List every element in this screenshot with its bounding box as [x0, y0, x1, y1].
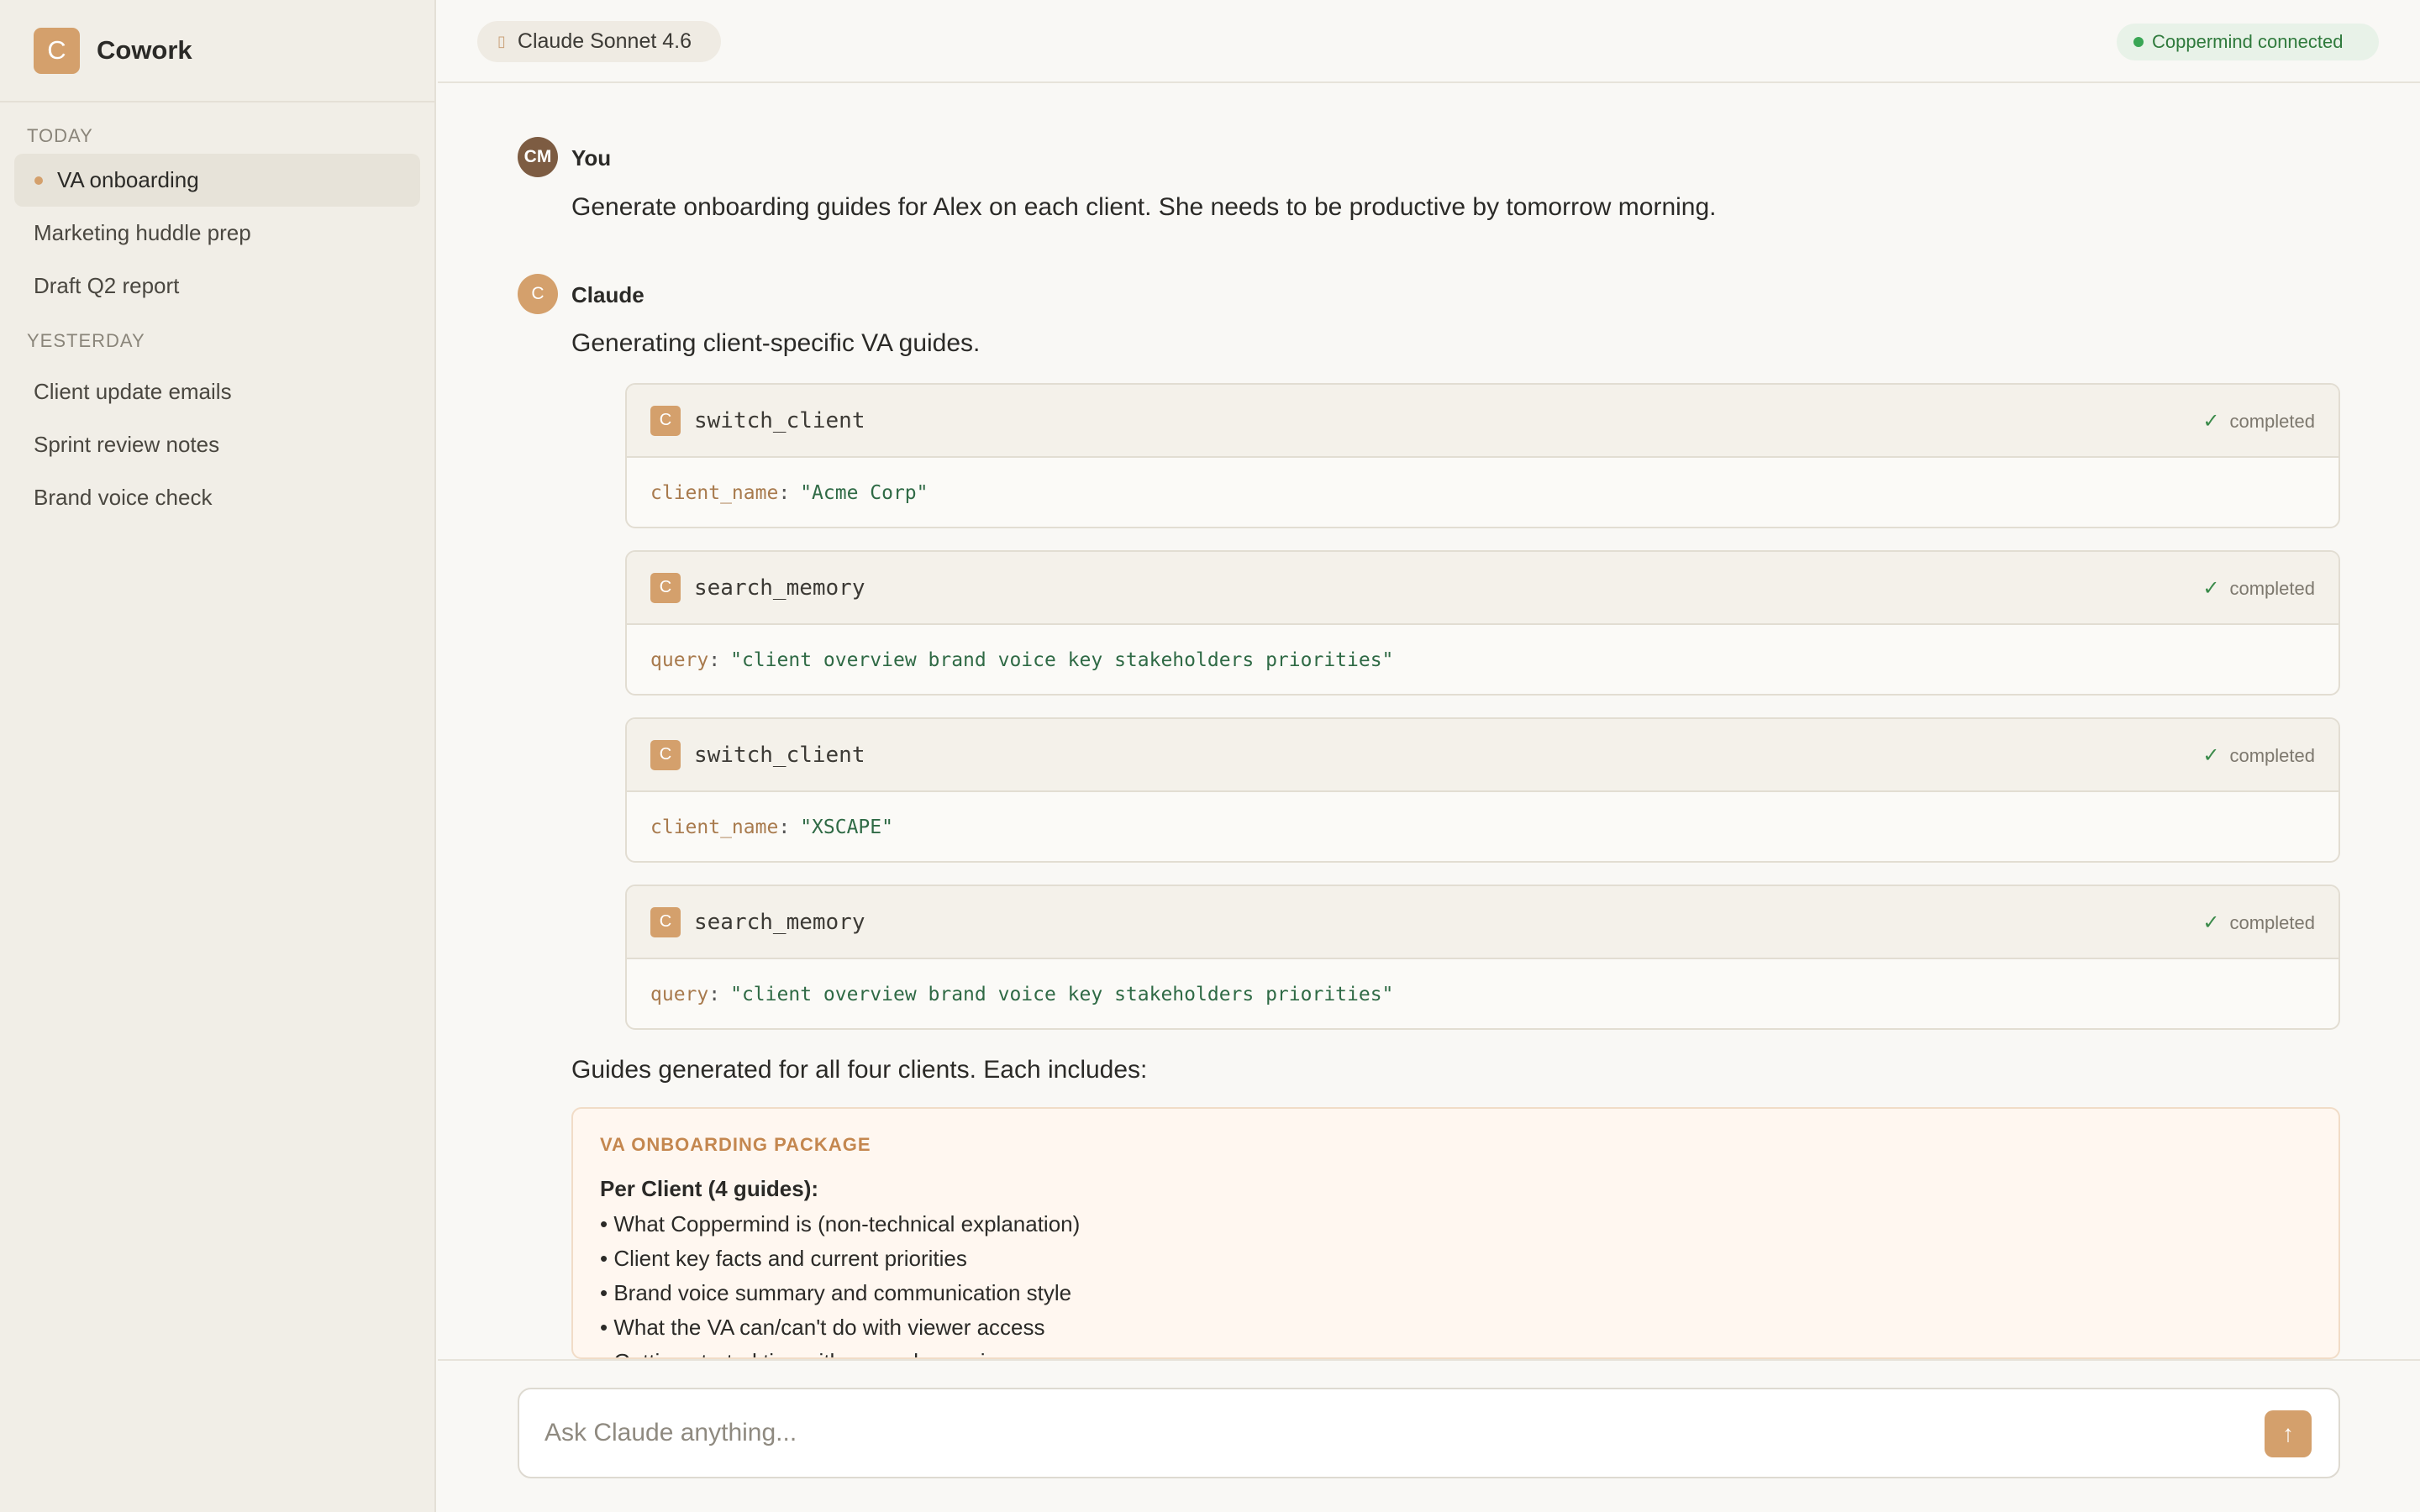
arg-separator: :	[778, 482, 791, 504]
sidebar: C Cowork TODAY VA onboarding Marketing h…	[0, 0, 436, 1512]
tool-status-text: completed	[2229, 410, 2315, 432]
tool-status-text: completed	[2229, 911, 2315, 933]
package-subtitle: Per Client (4 guides):	[600, 1176, 819, 1201]
sidebar-item-sprint-review-notes[interactable]: Sprint review notes	[14, 418, 420, 471]
connection-status-badge: Coppermind connected	[2117, 24, 2379, 60]
assistant-intro-text: Generating client-specific VA guides.	[571, 329, 981, 357]
check-icon: ✓	[2202, 577, 2220, 600]
arg-value: "client overview brand voice key stakeho…	[730, 984, 1394, 1005]
tool-call-args: client_name : "XSCAPE"	[627, 792, 2338, 861]
claude-sender-name: Claude	[571, 282, 644, 307]
tool-call-header[interactable]: C switch_client ✓ completed	[627, 719, 2338, 792]
tool-call-args: query : "client overview brand voice key…	[627, 625, 2338, 694]
list-item: • Getting started tips with example quer…	[600, 1345, 2312, 1357]
user-message-text: Generate onboarding guides for Alex on e…	[571, 193, 1717, 221]
sidebar-item-label: Client update emails	[34, 379, 232, 404]
tool-name: switch_client	[694, 407, 865, 433]
sidebar-item-va-onboarding[interactable]: VA onboarding	[14, 154, 420, 207]
assistant-summary-text: Guides generated for all four clients. E…	[571, 1056, 1148, 1084]
arg-separator: :	[778, 816, 791, 838]
tool-status: ✓ completed	[2202, 552, 2315, 625]
tool-call-header[interactable]: C search_memory ✓ completed	[627, 886, 2338, 959]
tool-name: search_memory	[694, 575, 865, 601]
sidebar-item-label: Brand voice check	[34, 485, 213, 510]
app-logo: C	[34, 27, 80, 74]
message-input[interactable]	[544, 1389, 2183, 1477]
sidebar-item-label: VA onboarding	[57, 167, 199, 192]
sidebar-item-draft-q2-report[interactable]: Draft Q2 report	[14, 260, 420, 312]
user-avatar: CM	[518, 137, 558, 177]
check-icon: ✓	[2202, 744, 2220, 767]
tool-status: ✓ completed	[2202, 385, 2315, 458]
sidebar-item-label: Draft Q2 report	[34, 273, 180, 298]
tool-icon: C	[650, 906, 681, 937]
package-title: VA ONBOARDING PACKAGE	[600, 1134, 871, 1155]
app-name: Cowork	[97, 35, 192, 65]
brand-header: C Cowork	[0, 0, 434, 102]
arg-key: query	[650, 984, 709, 1005]
check-icon: ✓	[2202, 410, 2220, 433]
sidebar-item-marketing-huddle-prep[interactable]: Marketing huddle prep	[14, 207, 420, 260]
arg-separator: :	[708, 649, 721, 671]
arg-key: query	[650, 649, 709, 671]
send-button[interactable]: ↑	[2265, 1410, 2312, 1457]
list-item: • Brand voice summary and communication …	[600, 1280, 1072, 1305]
onboarding-package-card: VA ONBOARDING PACKAGE Per Client (4 guid…	[571, 1107, 2340, 1359]
composer: ↑	[518, 1388, 2340, 1478]
sidebar-item-label: Marketing huddle prep	[34, 220, 251, 245]
tool-call-header[interactable]: C search_memory ✓ completed	[627, 552, 2338, 625]
tool-status-text: completed	[2229, 577, 2315, 599]
tool-icon: C	[650, 572, 681, 603]
tool-call-card[interactable]: C search_memory ✓ completed query : "cli…	[625, 550, 2340, 696]
tool-status-text: completed	[2229, 744, 2315, 766]
arg-value: "Acme Corp"	[800, 482, 929, 504]
list-item: • What Coppermind is (non-technical expl…	[600, 1211, 1081, 1236]
tool-status: ✓ completed	[2202, 719, 2315, 792]
tool-icon: C	[650, 739, 681, 770]
connection-status-text: Coppermind connected	[2152, 31, 2344, 52]
tool-call-card[interactable]: C switch_client ✓ completed client_name …	[625, 717, 2340, 863]
arg-key: client_name	[650, 816, 779, 838]
model-icon: ▯	[497, 33, 506, 50]
tool-call-args: client_name : "Acme Corp"	[627, 458, 2338, 527]
list-item: • What the VA can/can't do with viewer a…	[600, 1315, 1045, 1340]
package-list: • What Coppermind is (non-technical expl…	[600, 1207, 2312, 1357]
active-dot-icon	[34, 176, 43, 185]
list-item: • Client key facts and current prioritie…	[600, 1246, 967, 1271]
tool-name: switch_client	[694, 742, 865, 768]
claude-avatar: C	[518, 274, 558, 314]
arg-value: "client overview brand voice key stakeho…	[730, 649, 1394, 671]
tool-call-card[interactable]: C search_memory ✓ completed query : "cli…	[625, 885, 2340, 1030]
arrow-up-icon: ↑	[2282, 1420, 2294, 1446]
tool-call-args: query : "client overview brand voice key…	[627, 959, 2338, 1028]
model-selector-button[interactable]: ▯ Claude Sonnet 4.6	[477, 21, 721, 62]
user-sender-name: You	[571, 145, 612, 171]
tool-call-card[interactable]: C switch_client ✓ completed client_name …	[625, 383, 2340, 528]
sidebar-item-label: Sprint review notes	[34, 432, 220, 457]
arg-value: "XSCAPE"	[800, 816, 893, 838]
tool-call-header[interactable]: C switch_client ✓ completed	[627, 385, 2338, 458]
tool-name: search_memory	[694, 909, 865, 935]
model-name: Claude Sonnet 4.6	[517, 29, 692, 53]
check-icon: ✓	[2202, 911, 2220, 934]
sidebar-item-brand-voice-check[interactable]: Brand voice check	[14, 471, 420, 524]
sidebar-item-client-update-emails[interactable]: Client update emails	[14, 365, 420, 418]
section-label-today: TODAY	[27, 125, 93, 146]
section-label-yesterday: YESTERDAY	[27, 330, 145, 351]
arg-separator: :	[708, 984, 721, 1005]
tool-status: ✓ completed	[2202, 886, 2315, 959]
status-dot-icon	[2133, 37, 2144, 47]
tool-icon: C	[650, 405, 681, 436]
arg-key: client_name	[650, 482, 779, 504]
